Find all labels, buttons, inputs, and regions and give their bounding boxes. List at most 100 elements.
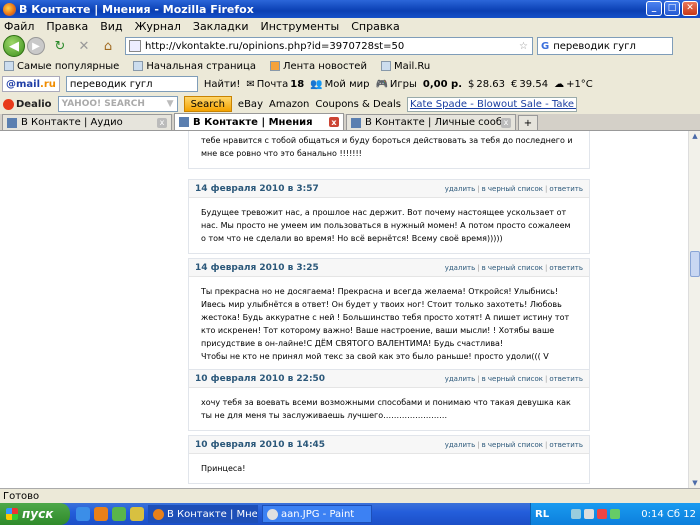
taskbar-firefox-window[interactable]: В Контакте | Мнени... [148, 505, 258, 523]
blacklist-link[interactable]: в черный список [482, 441, 543, 449]
scroll-down-icon[interactable]: ▼ [690, 478, 700, 488]
ebay-button[interactable]: eBay [238, 99, 263, 110]
usd-rate[interactable]: $ 28.63 [468, 79, 505, 90]
antivirus-icon[interactable] [596, 509, 607, 519]
delete-link[interactable]: удалить [445, 375, 476, 383]
menu-bookmarks[interactable]: Закладки [193, 20, 249, 33]
language-indicator[interactable]: RL [535, 509, 549, 520]
dealio-icon [3, 98, 14, 110]
mail-icon: ✉ [246, 78, 255, 90]
reply-link[interactable]: ответить [549, 441, 583, 449]
opinion-post: 14 февраля 2010 в 3:25 удалить | в черный … [188, 258, 590, 372]
tab-vk-opinions[interactable]: В Контакте | Мнения x [174, 113, 344, 130]
mailru-games-button[interactable]: 🎮 Игры [375, 79, 416, 90]
google-icon: G [541, 40, 550, 52]
minimize-button[interactable]: _ [646, 1, 662, 16]
vk-favicon [7, 117, 17, 128]
coupons-button[interactable]: Coupons & Deals [315, 99, 401, 110]
ie-icon[interactable] [76, 507, 90, 521]
tab-close-icon[interactable]: x [329, 117, 339, 127]
menu-file[interactable]: Файл [4, 20, 34, 33]
address-bar[interactable]: http://vkontakte.ru/opinions.php?id=3970… [125, 37, 533, 55]
menu-history[interactable]: Журнал [135, 20, 181, 33]
weather-icon: ☁ [554, 78, 565, 90]
new-tab-button[interactable]: + [518, 115, 538, 130]
delete-link[interactable]: удалить [445, 441, 476, 449]
tab-close-icon[interactable]: x [501, 117, 511, 128]
home-icon[interactable]: ⌂ [99, 37, 117, 55]
tab-vk-audio[interactable]: В Контакте | Аудио x [2, 114, 172, 130]
tab-bar: В Контакте | Аудио x В Контакте | Мнения… [0, 113, 700, 131]
paint-icon [267, 508, 278, 520]
maximize-button[interactable]: □ [664, 1, 680, 16]
delete-link[interactable]: удалить [445, 185, 476, 193]
yahoo-search-input[interactable]: YAHOO! SEARCH ▼ [57, 96, 178, 112]
dealio-logo[interactable]: Dealio [3, 98, 52, 110]
network-icon[interactable] [570, 509, 581, 519]
blacklist-link[interactable]: в черный список [482, 375, 543, 383]
tab-vk-messages[interactable]: В Контакте | Личные сообщения x [346, 114, 516, 130]
bookmark-star-icon[interactable]: ☆ [519, 41, 528, 52]
dealio-toolbar: Dealio YAHOO! SEARCH ▼ Search eBay Amazon… [0, 94, 700, 114]
bookmark-mailru[interactable]: Mail.Ru [380, 61, 430, 72]
reply-link[interactable]: ответить [549, 185, 583, 193]
amazon-button[interactable]: Amazon [269, 99, 309, 110]
yahoo-search-button[interactable]: Search [183, 96, 232, 112]
clock: 0:14 Сб 12 [641, 508, 696, 520]
vk-favicon [351, 117, 361, 128]
mailru-find-button[interactable]: Найти! [204, 79, 240, 90]
firefox-icon[interactable] [94, 507, 108, 521]
navigation-bar: ◀ ▶ ↻ ✕ ⌂ http://vkontakte.ru/opinions.p… [0, 34, 700, 58]
reply-link[interactable]: ответить [549, 375, 583, 383]
taskbar-paint-window[interactable]: aan.JPG - Paint [262, 505, 372, 523]
mailru-logo[interactable]: @mail .ru [2, 76, 60, 92]
menu-tools[interactable]: Инструменты [261, 20, 340, 33]
reload-icon[interactable]: ↻ [51, 37, 69, 55]
mailru-myworld-button[interactable]: 👥 Мой мир [310, 79, 369, 90]
window-title: В Контакте | Мнения - Mozilla Firefox [19, 2, 254, 16]
mailru-search-input[interactable]: переводик гугл [65, 76, 198, 92]
back-arrow-icon[interactable]: ◀ [3, 35, 25, 57]
firefox-icon [3, 2, 16, 16]
delete-link[interactable]: удалить [445, 264, 476, 272]
blacklist-link[interactable]: в черный список [482, 185, 543, 193]
system-tray: RL 0:14 Сб 12 [530, 503, 700, 525]
app-icon[interactable] [130, 507, 144, 521]
mailru-money[interactable]: 0,00 р. [423, 79, 462, 90]
weather[interactable]: ☁ +1°C [554, 79, 593, 90]
bookmark-most-popular[interactable]: Самые популярные [4, 61, 119, 72]
close-button[interactable]: ✕ [682, 1, 698, 16]
post-date: 10 февраля 2010 в 14:45 [195, 439, 326, 450]
bookmark-start-page[interactable]: Начальная страница [133, 61, 256, 72]
menu-view[interactable]: Вид [100, 20, 122, 33]
post-text: Ты прекрасна но не досягаема! Прекрасна … [201, 287, 570, 361]
url-text: http://vkontakte.ru/opinions.php?id=3970… [145, 40, 405, 52]
forward-arrow-icon[interactable]: ▶ [27, 37, 45, 55]
scrollbar-thumb[interactable] [690, 251, 700, 277]
tab-close-icon[interactable]: x [157, 117, 167, 128]
post-date: 14 февраля 2010 в 3:57 [195, 183, 319, 194]
quick-launch [76, 507, 144, 521]
search-field[interactable]: G переводик гугл [537, 37, 673, 55]
blacklist-link[interactable]: в черный список [482, 264, 543, 272]
reply-link[interactable]: ответить [549, 264, 583, 272]
media-icon[interactable] [112, 507, 126, 521]
vertical-scrollbar[interactable]: ▲ ▼ [688, 131, 700, 488]
bookmark-news-feed[interactable]: Лента новостей [269, 61, 367, 72]
scroll-up-icon[interactable]: ▲ [690, 131, 700, 141]
window-title-bar: В Контакте | Мнения - Mozilla Firefox _ … [0, 0, 700, 18]
rss-icon [269, 61, 280, 71]
volume-icon[interactable] [583, 509, 594, 519]
start-button[interactable]: пуск [0, 503, 70, 525]
eur-rate[interactable]: € 39.54 [511, 79, 548, 90]
mailru-mail-button[interactable]: ✉ Почта 18 [246, 79, 304, 90]
post-text: тебе нравится с тобой общаться и буду бо… [201, 136, 573, 158]
menu-help[interactable]: Справка [351, 20, 399, 33]
search-field-value: переводик гугл [553, 40, 636, 52]
opinion-post: 10 февраля 2010 в 14:45 удалить | в черный… [188, 435, 590, 484]
menu-edit[interactable]: Правка [46, 20, 88, 33]
stop-icon[interactable]: ✕ [75, 37, 93, 55]
promo-ticker[interactable]: Kate Spade - Blowout Sale - Take 75% off… [406, 96, 577, 112]
messenger-icon[interactable] [609, 509, 620, 519]
status-bar: Готово [0, 488, 700, 503]
